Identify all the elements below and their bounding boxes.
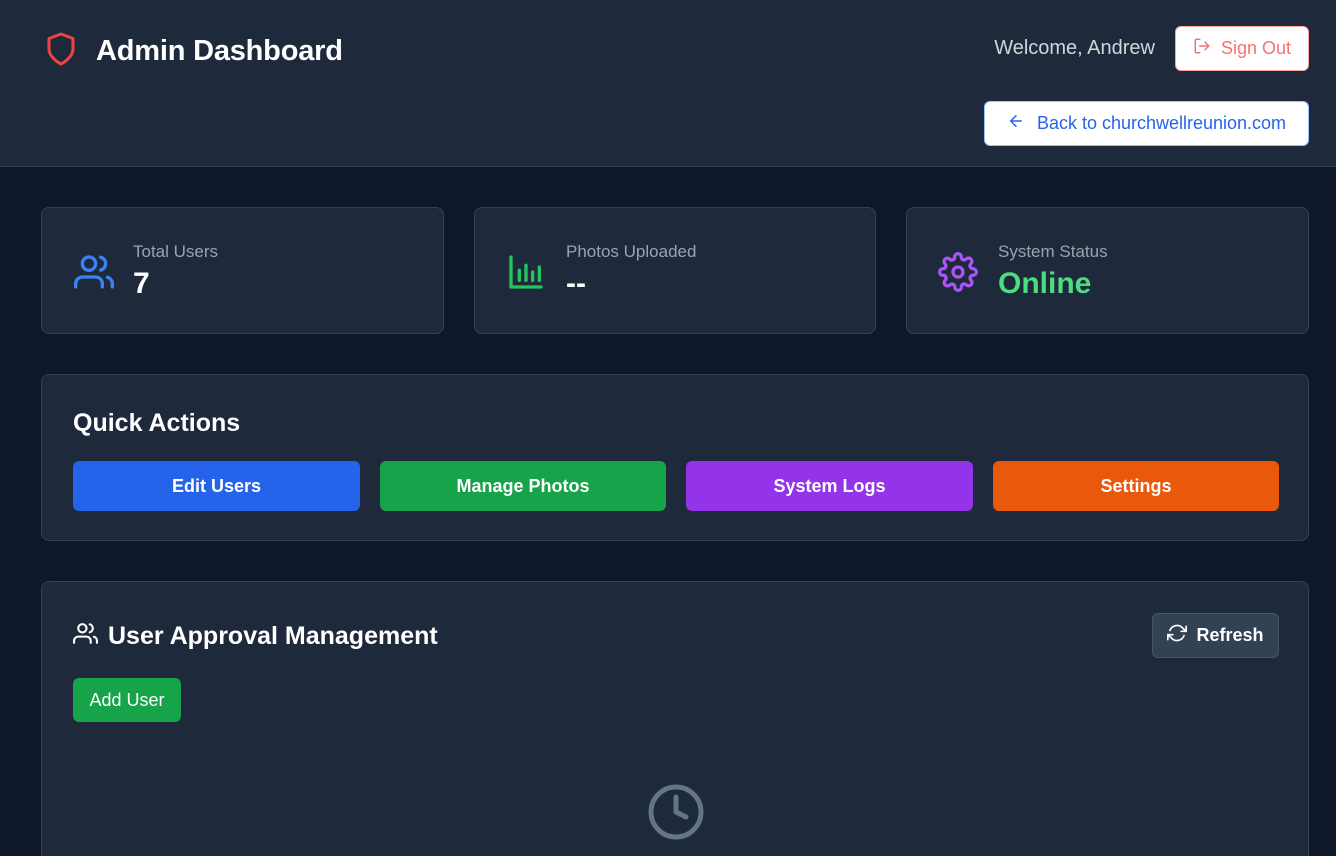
- sign-out-label: Sign Out: [1220, 38, 1292, 58]
- user-approval-title: User Approval Management: [108, 621, 438, 650]
- stat-label: Photos Uploaded: [566, 242, 697, 261]
- stat-card-total-users: Total Users 7: [41, 207, 444, 334]
- stat-card-photos-uploaded: Photos Uploaded --: [474, 207, 876, 334]
- brand: Admin Dashboard: [43, 30, 343, 73]
- back-link-label: Back to churchwellreunion.com: [1036, 113, 1287, 133]
- quick-actions-title: Quick Actions: [73, 409, 241, 437]
- refresh-label: Refresh: [1196, 625, 1264, 645]
- settings-button[interactable]: Settings: [993, 461, 1279, 511]
- arrow-left-icon: [1007, 112, 1025, 135]
- users-icon: [74, 252, 115, 292]
- top-header: Admin Dashboard Welcome, Andrew Sign Out…: [0, 0, 1336, 167]
- stat-value: --: [566, 267, 586, 300]
- stat-value: 7: [133, 267, 150, 300]
- page-title: Admin Dashboard: [96, 35, 343, 67]
- quick-actions-panel: Quick Actions Edit Users Manage Photos S…: [41, 374, 1309, 541]
- welcome-text: Welcome, Andrew: [994, 37, 1155, 59]
- shield-icon: [43, 30, 79, 73]
- user-approval-header: User Approval Management: [73, 621, 438, 651]
- clock-icon: [646, 782, 706, 842]
- users-icon: [73, 621, 99, 651]
- refresh-button[interactable]: Refresh: [1152, 613, 1279, 658]
- stat-card-system-status: System Status Online: [906, 207, 1309, 334]
- back-to-site-link[interactable]: Back to churchwellreunion.com: [984, 101, 1309, 146]
- gear-icon: [938, 252, 978, 292]
- user-approval-panel: User Approval Management Refresh Add Use…: [41, 581, 1309, 856]
- add-user-button[interactable]: Add User: [73, 678, 181, 722]
- bar-chart-icon: [506, 252, 546, 292]
- refresh-icon: [1167, 623, 1188, 648]
- sign-out-button[interactable]: Sign Out: [1175, 26, 1309, 71]
- stat-label: Total Users: [133, 242, 219, 261]
- manage-photos-button[interactable]: Manage Photos: [380, 461, 666, 511]
- system-logs-button[interactable]: System Logs: [686, 461, 973, 511]
- sign-out-icon: [1193, 37, 1211, 60]
- status-value: Online: [998, 267, 1092, 300]
- edit-users-button[interactable]: Edit Users: [73, 461, 360, 511]
- stat-label: System Status: [998, 242, 1108, 261]
